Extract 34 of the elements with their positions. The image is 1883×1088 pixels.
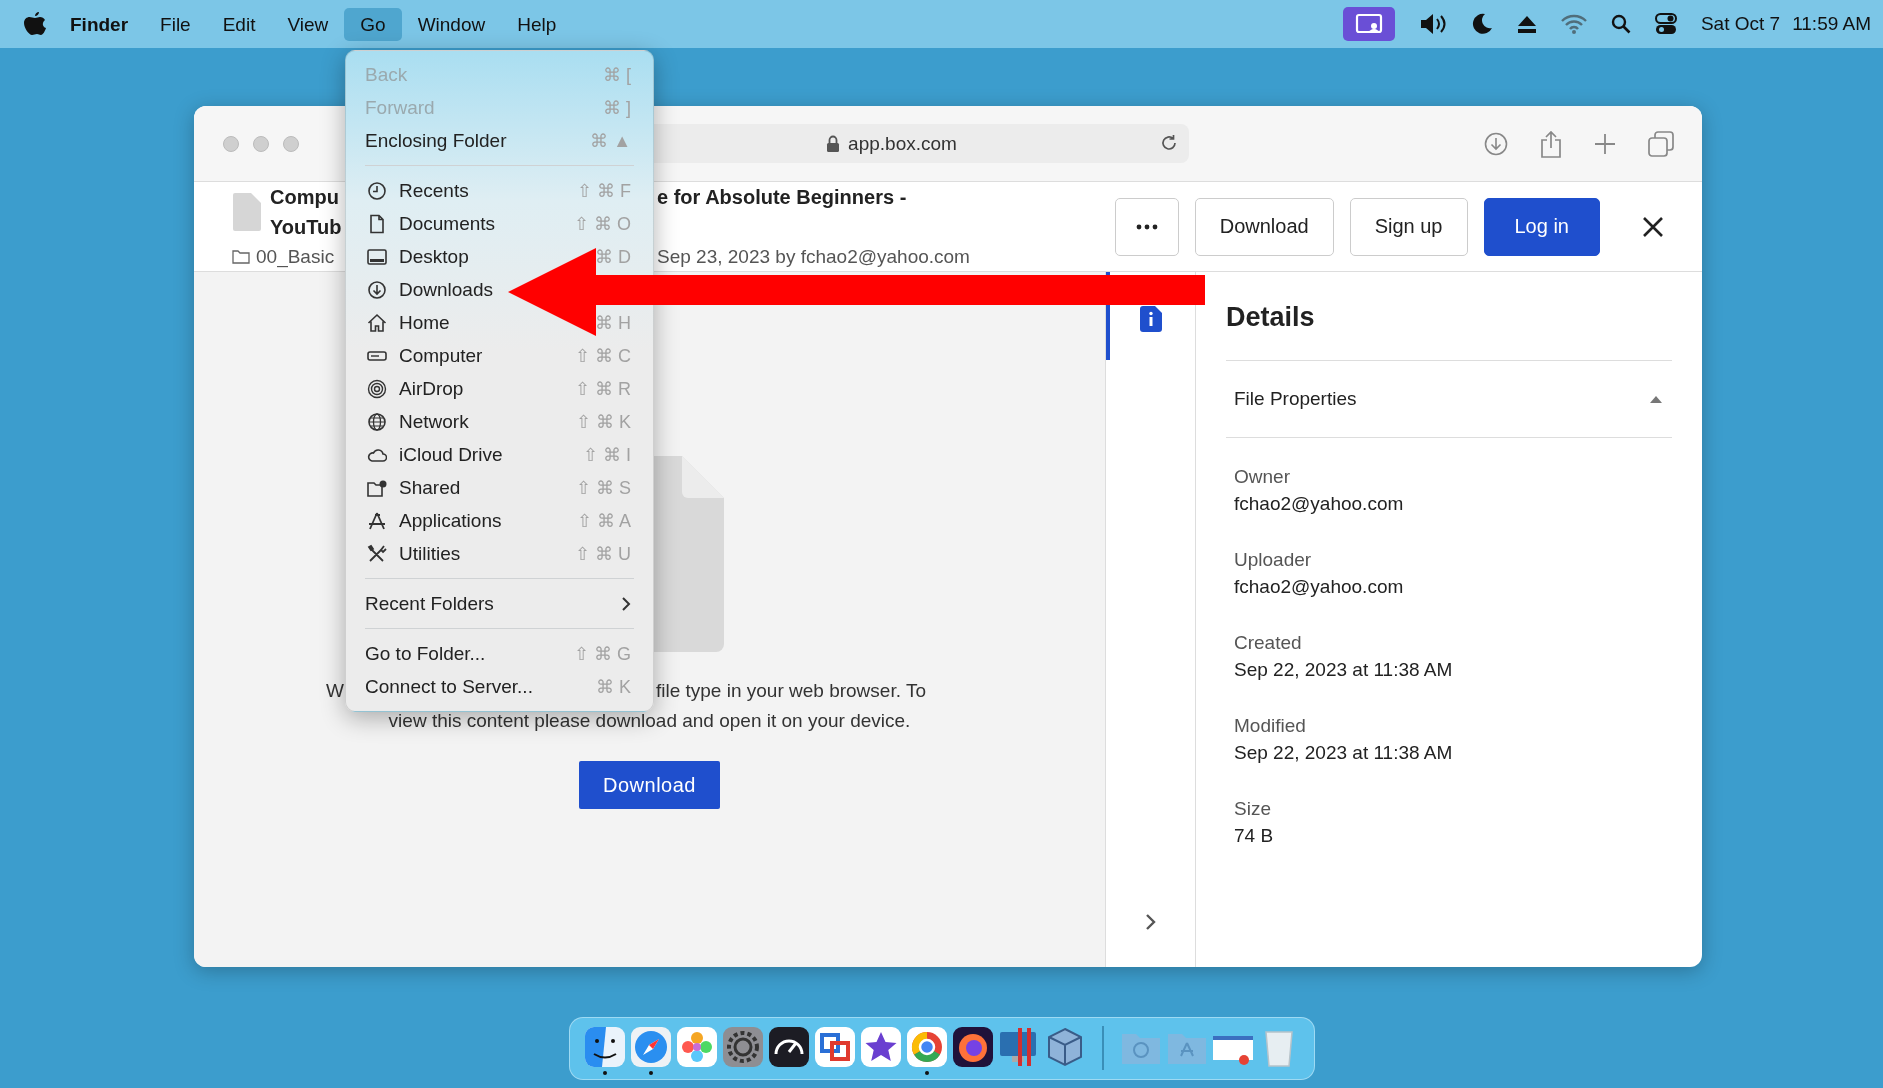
- property-value: Sep 22, 2023 at 11:38 AM: [1234, 658, 1454, 682]
- shortcut-text: ⇧ ⌘ R: [575, 377, 631, 400]
- message-text: view this content please download and open it on your device.: [388, 709, 911, 733]
- shortcut-text: ⇧ ⌘ F: [577, 179, 631, 202]
- property-label: Modified: [1234, 714, 1307, 738]
- shortcut-text: ⇧ ⌘ G: [574, 642, 631, 665]
- message-text: file type in your web browser. To: [655, 679, 926, 703]
- file-title: e for Absolute Beginners -: [657, 185, 908, 210]
- shortcut-text: ⇧ ⌘ O: [574, 212, 631, 235]
- file-name: Compu: [270, 185, 340, 210]
- url-text: app.box.com: [848, 132, 957, 155]
- shortcut-text: ⇧ ⌘ I: [583, 443, 631, 466]
- property-value: 74 B: [1234, 824, 1275, 848]
- shortcut-text: ⌘ K: [596, 675, 631, 698]
- property-value: fchao2@yahoo.com: [1234, 575, 1405, 599]
- property-label: Created: [1234, 631, 1303, 655]
- panel-title: Details: [1226, 301, 1316, 334]
- shortcut-text: ⇧ ⌘ K: [576, 410, 631, 433]
- property-label: Size: [1234, 797, 1272, 821]
- property-label: Owner: [1234, 465, 1291, 489]
- property-label: Uploader: [1234, 548, 1313, 572]
- property-value: fchao2@yahoo.com: [1234, 492, 1405, 516]
- shortcut-text: ⌘ [: [603, 63, 631, 86]
- shortcut-text: ⌘ D: [595, 245, 631, 268]
- shortcut-text: ⌘ H: [595, 311, 631, 334]
- shortcut-text: ⇧ ⌘ U: [575, 542, 631, 565]
- file-meta: Sep 23, 2023 by fchao2@yahoo.com: [657, 245, 970, 269]
- message-text: W: [326, 679, 344, 703]
- shortcut-text: ⌘ ]: [603, 96, 631, 119]
- shortcut-text: ⇧ ⌘ C: [575, 344, 631, 367]
- file-name: YouTub: [270, 215, 343, 240]
- property-value: Sep 22, 2023 at 11:38 AM: [1234, 741, 1454, 765]
- shortcut-text: ⇧ ⌘ A: [577, 509, 631, 532]
- shortcut-text: ⇧ ⌘ S: [576, 476, 631, 499]
